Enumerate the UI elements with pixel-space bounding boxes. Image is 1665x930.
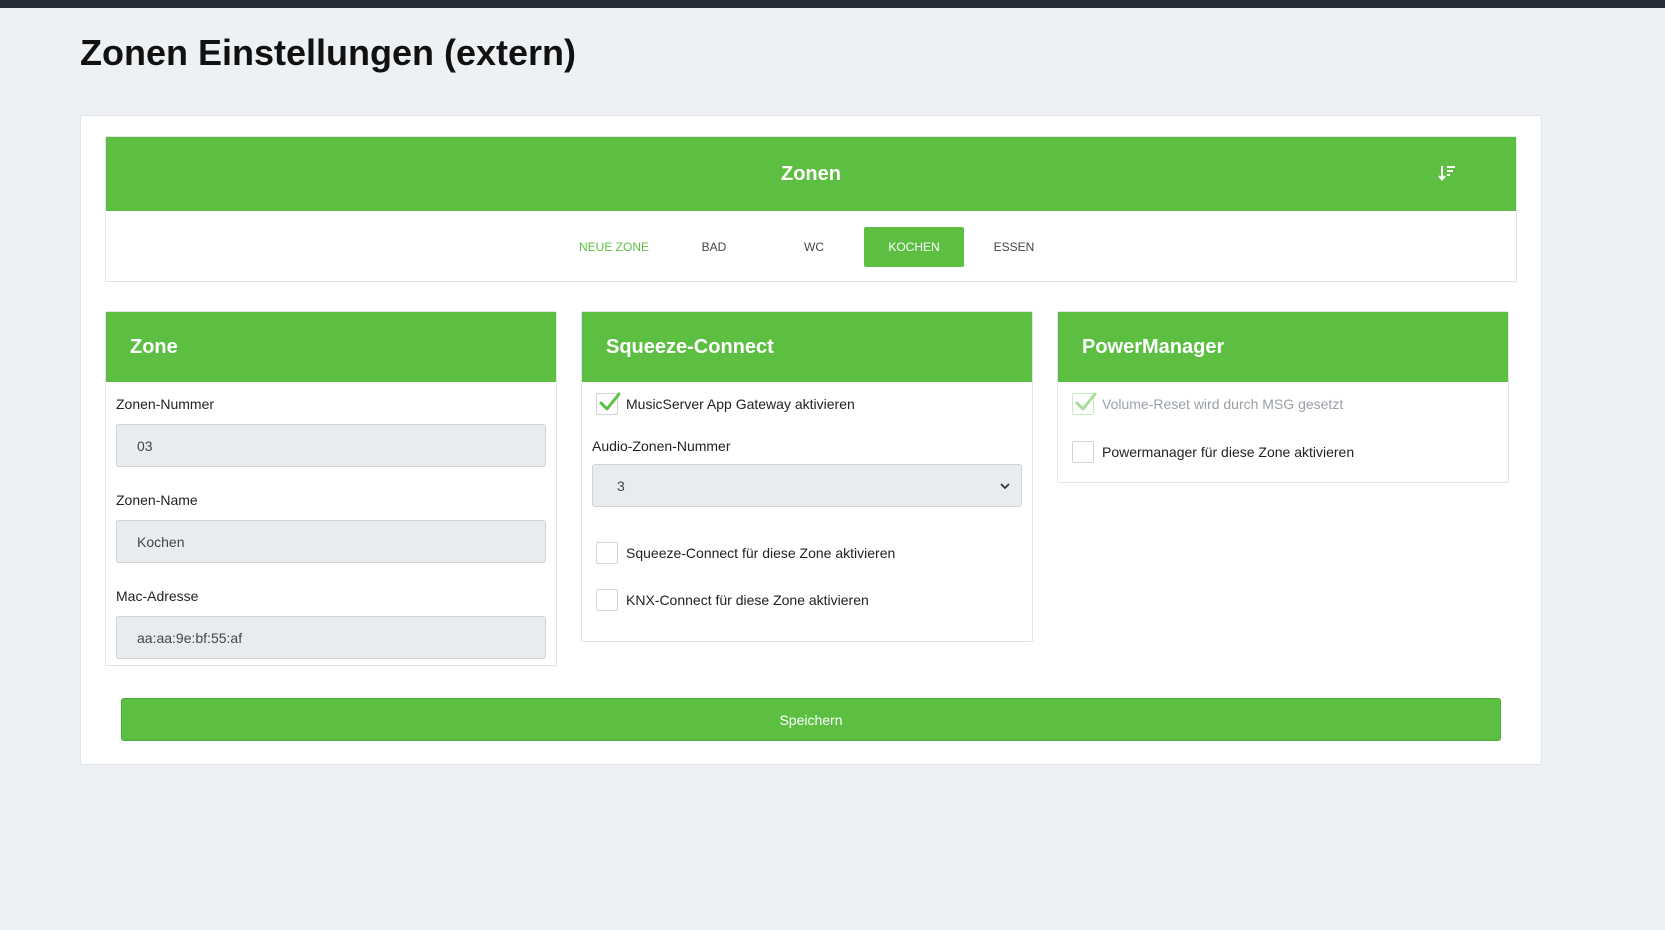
- knx-connect-label: KNX-Connect für diese Zone aktivieren: [626, 592, 869, 608]
- squeeze-connect-checkbox[interactable]: [596, 542, 618, 564]
- volume-reset-label: Volume-Reset wird durch MSG gesetzt: [1102, 396, 1344, 412]
- checkmark-icon: [1075, 392, 1097, 411]
- squeeze-connect-header: Squeeze-Connect: [582, 312, 1032, 382]
- checkmark-icon: [599, 392, 621, 411]
- volume-reset-checkbox-row: Volume-Reset wird durch MSG gesetzt: [1068, 390, 1498, 418]
- powermanager-header: PowerManager: [1058, 312, 1508, 382]
- zones-card: Zonen NEUE ZONE BAD WC KOCHEN ESSEN: [105, 136, 1517, 282]
- knx-connect-checkbox-row[interactable]: KNX-Connect für diese Zone aktivieren: [592, 586, 1022, 614]
- page-title: Zonen Einstellungen (extern): [80, 32, 577, 73]
- zone-name-input[interactable]: [116, 520, 546, 563]
- sort-descending-icon[interactable]: [1438, 163, 1458, 183]
- tab-bad[interactable]: BAD: [664, 227, 764, 267]
- mac-address-input[interactable]: [116, 616, 546, 659]
- gateway-label: MusicServer App Gateway aktivieren: [626, 396, 855, 412]
- powermanager-checkbox-row[interactable]: Powermanager für diese Zone aktivieren: [1068, 438, 1498, 466]
- tab-kochen[interactable]: KOCHEN: [864, 227, 964, 267]
- audio-zone-number-select[interactable]: 3: [592, 464, 1022, 507]
- main-card: Zonen NEUE ZONE BAD WC KOCHEN ESSEN Zone…: [80, 115, 1542, 765]
- tab-essen[interactable]: ESSEN: [964, 227, 1064, 267]
- zone-number-input[interactable]: [116, 424, 546, 467]
- squeeze-connect-checkbox-row[interactable]: Squeeze-Connect für diese Zone aktiviere…: [592, 539, 1022, 567]
- powermanager-checkbox[interactable]: [1072, 441, 1094, 463]
- mac-address-label: Mac-Adresse: [116, 588, 199, 604]
- zone-panel: Zone Zonen-Nummer Zonen-Name Mac-Adresse: [105, 311, 557, 666]
- chevron-down-icon: [1000, 483, 1010, 490]
- squeeze-connect-label: Squeeze-Connect für diese Zone aktiviere…: [626, 545, 896, 561]
- volume-reset-checkbox: [1072, 392, 1097, 415]
- audio-zone-number-label: Audio-Zonen-Nummer: [592, 438, 731, 454]
- zones-title: Zonen: [781, 162, 841, 185]
- audio-zone-number-value: 3: [617, 477, 625, 494]
- powermanager-panel: PowerManager Volume-Reset wird durch MSG…: [1057, 311, 1509, 483]
- powermanager-label: Powermanager für diese Zone aktivieren: [1102, 444, 1355, 460]
- knx-connect-checkbox[interactable]: [596, 589, 618, 611]
- save-button[interactable]: Speichern: [121, 698, 1501, 741]
- zone-tabs: NEUE ZONE BAD WC KOCHEN ESSEN: [106, 227, 1516, 267]
- gateway-checkbox[interactable]: [596, 392, 621, 415]
- gateway-checkbox-row[interactable]: MusicServer App Gateway aktivieren: [592, 390, 1022, 418]
- zone-name-label: Zonen-Name: [116, 492, 198, 508]
- squeeze-connect-panel: Squeeze-Connect MusicServer App Gateway …: [581, 311, 1033, 642]
- zones-header: Zonen: [106, 137, 1516, 211]
- zone-number-label: Zonen-Nummer: [116, 396, 215, 412]
- top-bar: [0, 0, 1665, 8]
- tab-neue-zone[interactable]: NEUE ZONE: [564, 227, 664, 267]
- tab-wc[interactable]: WC: [764, 227, 864, 267]
- zone-panel-header: Zone: [106, 312, 556, 382]
